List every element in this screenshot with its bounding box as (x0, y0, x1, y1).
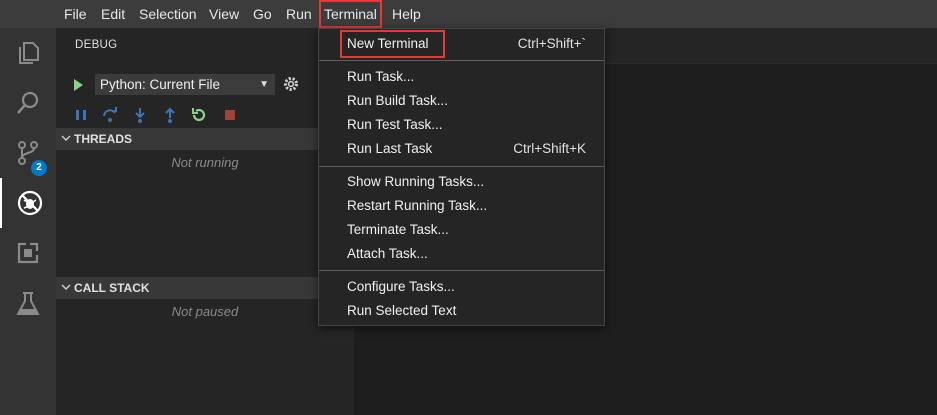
menu-item-label: Run Task... (347, 69, 415, 84)
menu-item-label: Run Test Task... (347, 117, 443, 132)
menu-item-terminate-task[interactable]: Terminate Task... (319, 218, 604, 242)
menu-terminal[interactable]: Terminal (319, 0, 382, 28)
call-stack-status: Not paused (171, 304, 239, 319)
menu-item-run-build-task[interactable]: Run Build Task... (319, 89, 604, 113)
menu-item-label: New Terminal (340, 30, 445, 58)
menu-item-label: Run Selected Text (347, 303, 457, 318)
activity-explorer[interactable] (0, 28, 56, 78)
gear-icon[interactable] (282, 74, 300, 94)
menu-item-run-test-task[interactable]: Run Test Task... (319, 113, 604, 137)
menu-item-label: Restart Running Task... (347, 198, 488, 213)
menu-item-shortcut: Ctrl+Shift+` (517, 36, 586, 51)
call-stack-section-label: CALL STACK (74, 281, 150, 295)
threads-section-label: THREADS (74, 132, 133, 146)
chevron-down-icon (61, 135, 71, 142)
pause-icon[interactable] (73, 107, 89, 123)
menu-selection[interactable]: Selection (139, 0, 197, 28)
menu-item-label: Run Last Task (347, 141, 433, 156)
activity-extensions[interactable] (0, 228, 56, 278)
extensions-icon (17, 242, 39, 264)
menu-go[interactable]: Go (253, 0, 272, 28)
menu-item-attach-task[interactable]: Attach Task... (319, 242, 604, 266)
menu-edit[interactable]: Edit (101, 0, 125, 28)
restart-icon[interactable] (191, 107, 207, 123)
threads-section-header[interactable]: THREADS (56, 128, 354, 150)
menu-item-label: Run Build Task... (347, 93, 449, 108)
chevron-down-icon (61, 284, 71, 291)
menu-item-shortcut: Ctrl+Shift+K (513, 141, 586, 156)
sidebar-title: DEBUG (75, 39, 118, 51)
menu-item-run-last-task[interactable]: Run Last Task Ctrl+Shift+K (319, 137, 604, 161)
start-debugging-icon[interactable] (74, 79, 83, 91)
menu-item-configure-tasks[interactable]: Configure Tasks... (319, 275, 604, 299)
threads-status: Not running (171, 155, 239, 170)
menu-separator (319, 60, 604, 61)
debug-config-value: Python: Current File (100, 77, 221, 92)
menu-item-label: Configure Tasks... (347, 279, 455, 294)
menu-run[interactable]: Run (286, 0, 312, 28)
files-icon (19, 42, 39, 64)
menu-separator (319, 270, 604, 271)
step-out-icon[interactable] (162, 107, 178, 123)
menu-separator (319, 166, 604, 167)
step-over-icon[interactable] (102, 107, 118, 123)
menu-item-label: Show Running Tasks... (347, 174, 485, 189)
menu-item-label: Terminate Task... (347, 222, 449, 237)
activity-debug[interactable] (0, 178, 56, 228)
menu-item-label: Attach Task... (347, 246, 428, 261)
stop-icon[interactable] (222, 107, 238, 123)
debug-config-select[interactable]: Python: Current File ▼ (95, 74, 275, 95)
menu-item-restart-running-task[interactable]: Restart Running Task... (319, 194, 604, 218)
menu-bar: File Edit Selection View Go Run Terminal… (0, 0, 937, 28)
call-stack-section-header[interactable]: CALL STACK (56, 277, 354, 299)
activity-source-control[interactable]: 2 (0, 128, 56, 178)
debug-no-bug-icon (17, 190, 43, 216)
menu-item-show-running-tasks[interactable]: Show Running Tasks... (319, 170, 604, 194)
debug-sidebar: DEBUG Python: Current File ▼ THREADS Not… (56, 28, 354, 415)
chevron-down-icon: ▼ (259, 79, 269, 90)
activity-bar: 2 (0, 28, 56, 415)
menu-item-run-selected-text[interactable]: Run Selected Text (319, 299, 604, 323)
activity-search[interactable] (0, 78, 56, 128)
search-icon (17, 91, 39, 114)
menu-view[interactable]: View (209, 0, 239, 28)
menu-item-run-task[interactable]: Run Task... (319, 65, 604, 89)
flask-icon (16, 292, 40, 315)
menu-help[interactable]: Help (392, 0, 421, 28)
menu-file[interactable]: File (64, 0, 87, 28)
terminal-menu: New Terminal Ctrl+Shift+` Run Task... Ru… (318, 28, 605, 326)
activity-testing[interactable] (0, 278, 56, 328)
source-control-badge: 2 (31, 160, 47, 176)
menu-item-new-terminal[interactable]: New Terminal Ctrl+Shift+` (319, 30, 604, 58)
step-into-icon[interactable] (132, 107, 148, 123)
